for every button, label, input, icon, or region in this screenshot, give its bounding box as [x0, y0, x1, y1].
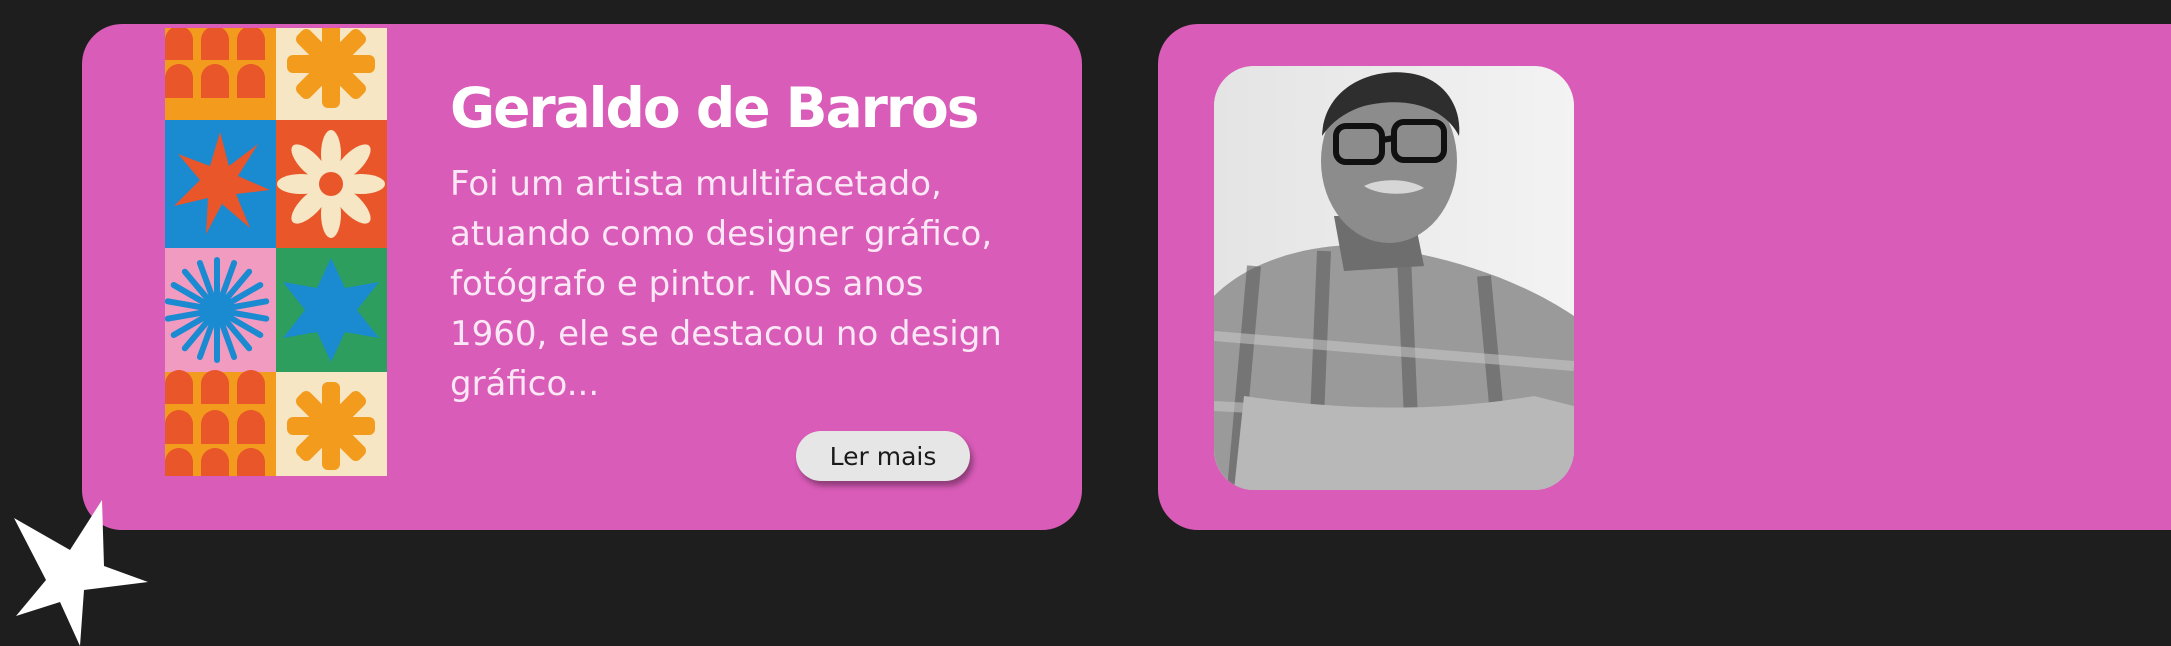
- artist-card: Geraldo de Barros Foi um artista multifa…: [82, 24, 1082, 530]
- pattern-artwork: [165, 28, 387, 476]
- read-more-button[interactable]: Ler mais: [796, 431, 970, 481]
- artist-description: Foi um artista multifacetado, atuando co…: [450, 164, 1002, 404]
- portrait-card: [1158, 24, 2171, 530]
- star-shape-icon: [14, 500, 148, 646]
- artist-name: Geraldo de Barros: [450, 76, 979, 140]
- card-connector: [1082, 148, 1158, 530]
- artist-portrait-photo: [1214, 66, 1574, 490]
